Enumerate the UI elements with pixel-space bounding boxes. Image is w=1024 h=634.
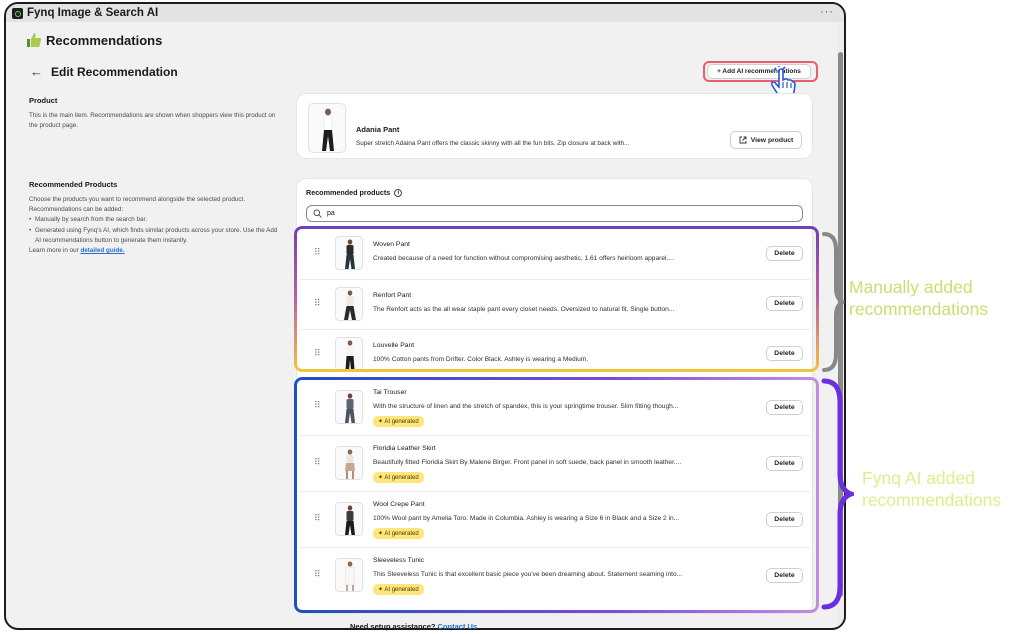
recommendation-image[interactable] xyxy=(335,446,363,480)
recommendation-row: ⠿ Renfort Pant The Renfort acts as the a… xyxy=(300,279,810,328)
ai-generated-badge: ✦ AI generated xyxy=(373,472,424,483)
drag-handle-icon[interactable]: ⠿ xyxy=(314,401,321,410)
recommendation-description: 100% Cotton pants from Drifter. Color Bl… xyxy=(373,356,589,363)
page-heading: Recommendations xyxy=(46,32,163,48)
delete-button[interactable]: Delete xyxy=(766,400,803,415)
recommendation-row: ⠿ Wool Crepe Pant 100% Wool pant by Amel… xyxy=(300,491,810,546)
product-section-description: This is the main item. Recommendations a… xyxy=(29,112,276,130)
recommendation-image[interactable] xyxy=(335,502,363,536)
app-logo-icon xyxy=(12,7,23,19)
bullet-ai: Generated using Fynq's AI, which finds s… xyxy=(29,226,284,246)
drag-handle-icon[interactable]: ⠿ xyxy=(314,514,321,523)
ai-brace-icon xyxy=(821,378,854,610)
recommended-intro: Choose the products you want to recommen… xyxy=(29,196,245,214)
drag-handle-icon[interactable]: ⠿ xyxy=(314,349,321,358)
recommendation-name: Tai Trouser xyxy=(373,389,407,396)
ai-annotation-line2: recommendations xyxy=(862,490,1002,510)
footer-text: Need setup assistance? xyxy=(350,622,438,631)
delete-button[interactable]: Delete xyxy=(766,346,803,361)
drag-handle-icon[interactable]: ⠿ xyxy=(314,570,321,579)
recommendation-image[interactable] xyxy=(335,558,363,592)
search-input[interactable]: pa xyxy=(306,205,803,222)
recommendation-row: ⠿ Louvelle Pant 100% Cotton pants from D… xyxy=(300,329,810,373)
edit-title: Edit Recommendation xyxy=(51,64,178,79)
info-icon[interactable]: i xyxy=(394,188,403,197)
recommendation-description: 100% Wool pant by Amelia Toro. Made in C… xyxy=(373,515,680,522)
recommendation-description: With the structure of linen and the stre… xyxy=(373,403,679,410)
ai-annotation: Fynq AI added recommendations xyxy=(862,467,1001,511)
delete-button[interactable]: Delete xyxy=(766,568,803,583)
recommendation-row: ⠿ Floridia Leather Skirt Beautifully fit… xyxy=(300,435,810,490)
recommendation-name: Renfort Pant xyxy=(373,292,412,299)
recommended-section-title: Recommended Products xyxy=(29,180,118,189)
ai-generated-badge: ✦ AI generated xyxy=(373,416,424,427)
drag-handle-icon[interactable]: ⠿ xyxy=(314,248,321,257)
recommended-section-description: Choose the products you want to recommen… xyxy=(29,195,284,256)
detailed-guide-link[interactable]: detailed guide. xyxy=(80,247,124,254)
recommendation-description: Beautifully fitted Floridia Skirt By Mal… xyxy=(373,459,682,466)
more-menu-icon[interactable]: ··· xyxy=(820,6,834,18)
product-description: Super stretch Adaina Pant offers the cla… xyxy=(356,140,630,147)
learn-more-prefix: Learn more in our xyxy=(29,247,81,255)
recommendation-row: ⠿ Sleeveless Tunic This Sleeveless Tunic… xyxy=(300,547,810,609)
manual-annotation: Manually added recommendations xyxy=(849,276,988,320)
learn-more: Learn more in our detailed guide. xyxy=(29,246,284,256)
title-bar: Fynq Image & Search AI ··· xyxy=(6,4,844,22)
ai-annotation-line1: Fynq AI added xyxy=(862,468,975,488)
recommendation-image[interactable] xyxy=(335,287,363,321)
recommendation-description: The Renfort acts as the all wear staple … xyxy=(373,306,675,313)
edit-header: ← Edit Recommendation xyxy=(30,64,178,79)
bullet-manual: Manually by search from the search bar. xyxy=(29,215,284,225)
recommendation-image[interactable] xyxy=(335,390,363,424)
ai-generated-badge: ✦ AI generated xyxy=(373,528,424,539)
drag-handle-icon[interactable]: ⠿ xyxy=(314,458,321,467)
recommendation-image[interactable] xyxy=(335,236,363,270)
recommendation-name: Sleeveless Tunic xyxy=(373,557,425,564)
recommendation-image[interactable] xyxy=(335,337,363,371)
delete-button[interactable]: Delete xyxy=(766,456,803,471)
app-title: Fynq Image & Search AI xyxy=(27,7,159,19)
recommended-products-label: Recommended products i xyxy=(306,188,403,197)
manual-brace-icon xyxy=(822,232,845,372)
delete-button[interactable]: Delete xyxy=(766,512,803,527)
search-icon xyxy=(313,209,322,218)
contact-us-link[interactable]: Contact Us xyxy=(438,622,478,631)
product-name: Adania Pant xyxy=(356,125,400,134)
manual-annotation-line2: recommendations xyxy=(849,299,989,319)
delete-button[interactable]: Delete xyxy=(766,246,803,261)
recommendation-name: Louvelle Pant xyxy=(373,342,415,349)
recommendation-description: Created because of a need for function w… xyxy=(373,255,674,262)
recommendation-row: ⠿ Woven Pant Created because of a need f… xyxy=(300,230,810,278)
recommended-products-label-text: Recommended products xyxy=(306,188,391,197)
manual-annotation-line1: Manually added xyxy=(849,277,973,297)
recommendation-name: Woven Pant xyxy=(373,241,410,248)
thumbs-up-icon xyxy=(27,33,42,47)
view-product-label: View product xyxy=(750,136,794,144)
drag-handle-icon[interactable]: ⠿ xyxy=(314,299,321,308)
recommendation-name: Floridia Leather Skirt xyxy=(373,445,436,452)
recommended-bullets: Manually by search from the search bar. … xyxy=(29,215,284,246)
external-link-icon xyxy=(739,136,747,144)
view-product-button[interactable]: View product xyxy=(730,131,802,149)
ai-generated-badge: ✦ AI generated xyxy=(373,584,424,595)
recommendation-description: This Sleeveless Tunic is that excellent … xyxy=(373,571,683,578)
back-arrow-icon[interactable]: ← xyxy=(30,64,43,79)
recommendation-name: Wool Crepe Pant xyxy=(373,501,425,508)
delete-button[interactable]: Delete xyxy=(766,296,803,311)
product-section-title: Product xyxy=(29,96,58,105)
recommendation-row: ⠿ Tai Trouser With the structure of line… xyxy=(300,381,810,434)
footer-assistance: Need setup assistance? Contact Us xyxy=(350,622,477,631)
product-image[interactable] xyxy=(308,103,346,153)
search-value: pa xyxy=(327,210,335,217)
page-header: Recommendations xyxy=(26,32,162,48)
